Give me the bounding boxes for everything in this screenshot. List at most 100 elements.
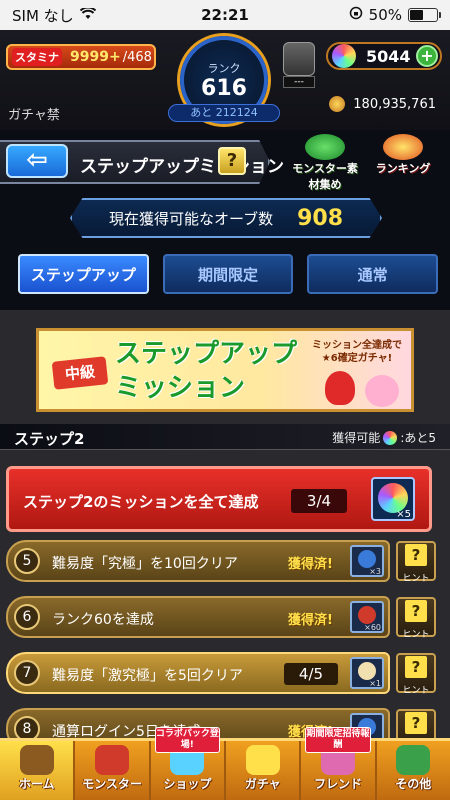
tab-limited[interactable]: 期間限定 [162,254,294,294]
hint-button[interactable]: ? ヒント [396,541,436,584]
step-reward-suffix: :あと5 [400,431,436,445]
mission-number: 6 [14,604,40,630]
coin-balance: 180,935,761 [329,96,436,112]
step-reward-prefix: 獲得可能 [332,431,381,445]
orb-icon [383,430,398,445]
next-rank-exp: あと 212124 [168,104,280,122]
banner-title-line1: ステップアップ [115,339,298,369]
clover-icon [305,134,345,160]
mission-text: 難易度「究極」を10回クリア [52,556,238,572]
step-complete-mission[interactable]: ステップ2のミッションを全て達成 3/4 ×5 [6,466,432,532]
mascot-icon [325,371,355,405]
mission-text: ランク60を達成 [52,612,154,628]
rank-label: ランク [207,61,241,75]
ranking-button[interactable]: ランキング [368,134,438,184]
clock: 22:21 [201,6,249,24]
available-orbs-value: 908 [297,205,344,231]
mascot-icon-2 [365,375,399,407]
gacha-icon [245,745,280,775]
hint-button[interactable]: ? ヒント [396,653,436,696]
gift-box-label: --- [283,76,315,88]
page-title: ステップアップミッション [80,157,284,177]
reward-item-icon [358,606,376,624]
monster-materials-button[interactable]: モンスター素材集め [290,134,360,191]
nav-label: モンスター [82,777,142,791]
stamina-max: /468 [122,49,152,65]
mission-banner: 中級 ステップアップ ミッション ミッション全達成で★6確定ガチャ! [36,328,414,412]
question-icon: ? [405,600,427,622]
hint-button[interactable]: ? ヒント [396,597,436,640]
reward-box: ×60 [350,601,384,633]
monster-materials-label: モンスター素材集め [292,162,358,191]
nav-other[interactable]: その他 [377,741,450,800]
mission-status: 獲得済! [288,613,333,628]
other-icon [396,745,431,775]
status-bar: SIM なし 22:21 50% [0,0,450,30]
banner-title: ステップアップ ミッション [115,337,297,405]
nav-label: ショップ [163,777,212,791]
available-orbs-panel: 現在獲得可能なオーブ数 908 [70,198,382,238]
coin-count: 180,935,761 [353,96,436,112]
reward-box: ×1 [350,657,384,689]
mission-row[interactable]: 5 難易度「究極」を10回クリア 獲得済! ×3 [6,540,390,582]
nav-shop[interactable]: コラボパック登場! ショップ [151,727,226,800]
orb-balance: 5044 + [326,42,442,70]
home-icon [19,745,54,775]
hint-label: ヒント [402,574,430,584]
tab-normal[interactable]: 通常 [307,254,439,294]
tab-step-up[interactable]: ステップアップ [18,254,149,294]
title-row: ⇦ ステップアップミッション ? モンスター素材集め ランキング [0,132,450,191]
hint-label: ヒント [402,686,430,696]
nav-label: ホーム [18,777,55,791]
stamina-value: 9999+ [70,49,121,65]
nav-badge: コラボパック登場! [154,727,220,753]
crown-icon [383,134,423,160]
gacha-ban-label: ガチャ禁 [8,108,60,123]
back-button[interactable]: ⇦ [6,144,68,178]
reward-item-icon [358,550,376,568]
mission-number: 7 [14,660,40,686]
gift-box-icon[interactable] [283,42,315,76]
mission-row[interactable]: 6 ランク60を達成 獲得済! ×60 [6,596,390,638]
question-icon: ? [405,656,427,678]
rank-value: 616 [201,75,247,101]
top-hud: スタミナ 9999+ /468 ランク 616 あと 212124 --- 50… [0,30,450,130]
reward-qty: ×5 [396,509,411,520]
mission-number: 5 [14,548,40,574]
coin-icon [329,96,346,112]
monster-icon [94,745,129,775]
mission-progress: 4/5 [284,663,338,685]
mission-status: 獲得済! [288,557,333,572]
battery-fill [410,10,423,20]
mission-progress: 3/4 [291,489,347,513]
available-orbs-label: 現在獲得可能なオーブ数 [108,209,274,228]
nav-home[interactable]: ホーム [0,741,76,800]
reward-box: ×3 [350,545,384,577]
reward-qty: ×1 [369,679,381,688]
orb-icon [332,44,356,68]
nav-label: その他 [395,777,432,791]
nav-friend[interactable]: 期間限定招待報酬フレンド [301,727,377,800]
add-orb-button[interactable]: + [416,45,438,67]
reward-box: ×5 [371,477,415,521]
nav-label: ガチャ [244,777,281,791]
reward-item-icon [358,662,376,680]
bottom-nav: ホーム モンスター コラボパック登場! ショップ ガチャ 期間限定招待報酬 フレンド その他 [0,727,450,800]
banner-title-line2: ミッション [115,373,246,403]
banner-level: 中級 [51,356,109,390]
step-header: ステップ2 獲得可能 :あと5 [0,424,450,450]
nav-gacha[interactable]: ガチャ [226,741,302,800]
nav-monster[interactable]: モンスター [75,741,151,800]
step-reward: 獲得可能 :あと5 [332,429,436,446]
reward-qty: ×60 [364,623,381,632]
question-icon: ? [405,544,427,566]
help-button[interactable]: ? [218,147,246,175]
question-icon: ? [405,712,427,734]
mission-row[interactable]: 7 難易度「激究極」を5回クリア 4/5 ×1 [6,652,390,694]
nav-label: フレンド [313,777,362,791]
stamina-bar[interactable]: スタミナ 9999+ /468 [6,44,156,70]
orb-count: 5044 [366,46,411,66]
stamina-label: スタミナ [12,48,62,66]
nav-badge: 期間限定招待報酬 [305,727,371,753]
reward-qty: ×3 [369,567,381,576]
